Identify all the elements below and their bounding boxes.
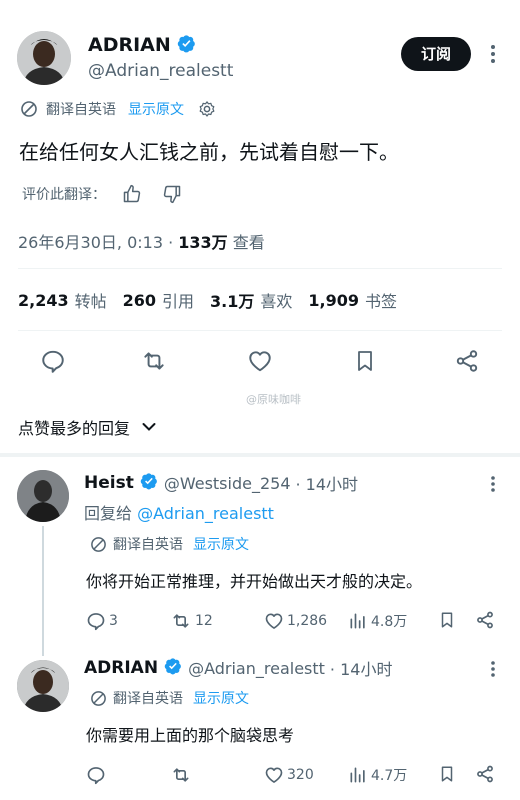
translate-icon (20, 100, 38, 118)
repost-icon[interactable] (170, 765, 195, 785)
show-original-link[interactable]: 显示原文 (193, 688, 249, 708)
divider (18, 330, 502, 331)
reply-avatar[interactable] (17, 660, 69, 712)
like-icon[interactable] (264, 765, 287, 785)
views-icon[interactable] (348, 765, 371, 785)
translate-icon (90, 690, 107, 707)
like-icon[interactable] (264, 611, 287, 631)
bookmarks-count[interactable]: 1,909 (308, 291, 359, 310)
show-original-link[interactable]: 显示原文 (193, 534, 249, 554)
divider (18, 268, 502, 269)
author-name[interactable]: ADRIAN (88, 34, 171, 56)
repost-icon[interactable] (170, 611, 195, 631)
share-icon[interactable] (475, 610, 495, 630)
show-original-link[interactable]: 显示原文 (128, 99, 184, 119)
bookmark-icon[interactable] (438, 764, 456, 784)
reply-icon[interactable] (86, 611, 109, 631)
more-options-icon[interactable] (490, 44, 496, 64)
watermark: @原味咖啡 (246, 393, 301, 406)
views-icon[interactable] (348, 611, 371, 631)
rate-translation-label: 评价此翻译： (22, 187, 106, 203)
engagement-stats: 2,243 转帖 260 引用 3.1万 喜欢 1,909 书签 (18, 288, 397, 312)
post-timestamp[interactable]: 26年6月30日, 0:13 · (18, 233, 178, 252)
subscribe-button[interactable]: 订阅 (401, 37, 471, 71)
repost-icon[interactable] (140, 348, 168, 374)
translated-from-label: 翻译自英语 (113, 537, 183, 553)
verified-icon (164, 657, 182, 679)
share-icon[interactable] (475, 764, 495, 784)
reply-author-name[interactable]: Heist (84, 473, 134, 493)
like-count: 320 (287, 767, 314, 783)
thread-line (42, 526, 44, 656)
reply-avatar[interactable] (17, 470, 69, 522)
reply-content: 你将开始正常推理，并开始做出天才般的决定。 (86, 572, 423, 591)
author-handle[interactable]: @Adrian_realestt (88, 61, 233, 81)
thumbs-down-icon[interactable] (162, 184, 182, 204)
verified-icon (140, 472, 158, 494)
views-label: 查看 (227, 233, 265, 252)
reply-content: 你需要用上面的那个脑袋思考 (86, 726, 295, 745)
like-icon[interactable] (246, 348, 274, 374)
repost-count: 12 (195, 613, 213, 629)
translated-from-label: 翻译自英语 (46, 102, 116, 118)
quotes-label[interactable]: 引用 (162, 288, 194, 312)
gear-icon[interactable] (198, 100, 216, 118)
translate-icon (90, 536, 107, 553)
like-count: 1,286 (287, 613, 328, 629)
reply-to-prefix: 回复给 (84, 504, 133, 523)
chevron-down-icon[interactable] (142, 422, 156, 432)
view-count: 4.7万 (371, 768, 408, 784)
share-icon[interactable] (454, 348, 480, 374)
likes-label[interactable]: 喜欢 (260, 288, 292, 312)
reply-author-handle[interactable]: @Adrian_realestt (188, 659, 325, 678)
likes-count[interactable]: 3.1万 (210, 288, 254, 312)
reply-icon[interactable] (40, 348, 66, 374)
more-options-icon[interactable] (490, 660, 496, 678)
reply-author-handle[interactable]: @Westside_254 (164, 474, 291, 493)
reposts-count[interactable]: 2,243 (18, 291, 69, 310)
bookmark-icon[interactable] (353, 348, 377, 374)
bookmarks-label[interactable]: 书签 (365, 288, 397, 312)
reply-icon[interactable] (86, 765, 109, 785)
reply-author-name[interactable]: ADRIAN (84, 658, 158, 678)
post-content: 在给任何女人汇钱之前，先试着自慰一下。 (19, 140, 399, 164)
reply-time[interactable]: · 14小时 (296, 471, 359, 495)
reposts-label[interactable]: 转帖 (75, 288, 107, 312)
reply-count: 3 (109, 613, 118, 629)
reply-time[interactable]: · 14小时 (330, 656, 393, 680)
section-separator (0, 453, 520, 457)
bookmark-icon[interactable] (438, 610, 456, 630)
thumbs-up-icon[interactable] (122, 184, 142, 204)
translated-from-label: 翻译自英语 (113, 691, 183, 707)
replies-sort-label[interactable]: 点赞最多的回复 (18, 415, 130, 439)
verified-icon (177, 34, 196, 57)
more-options-icon[interactable] (490, 475, 496, 493)
author-avatar[interactable] (17, 31, 71, 85)
quotes-count[interactable]: 260 (123, 291, 156, 310)
reply-to-handle[interactable]: @Adrian_realestt (137, 504, 274, 523)
view-count: 4.8万 (371, 614, 408, 630)
views-count: 133万 (178, 233, 228, 252)
